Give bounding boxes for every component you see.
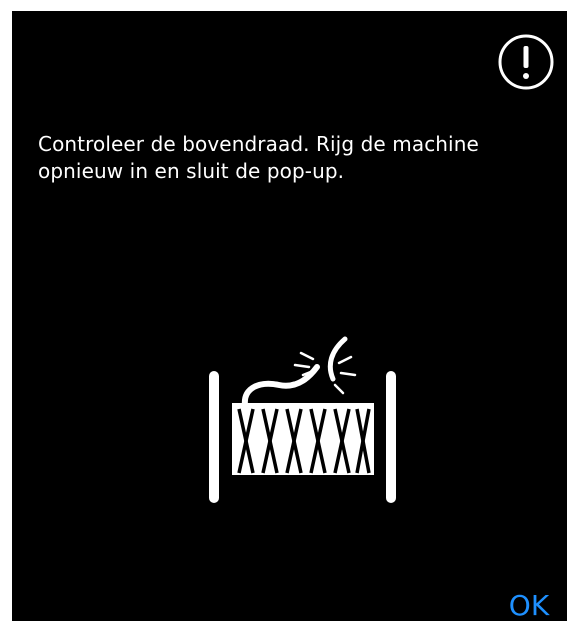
ok-button[interactable]: OK [498, 589, 560, 623]
dialog-message: Controleer de bovendraad. Rijg de machin… [38, 132, 479, 183]
upper-thread-error-dialog: Controleer de bovendraad. Rijg de machin… [12, 11, 567, 623]
exclamation-circle-icon [498, 34, 554, 90]
broken-thread-spool-icon [209, 336, 396, 503]
